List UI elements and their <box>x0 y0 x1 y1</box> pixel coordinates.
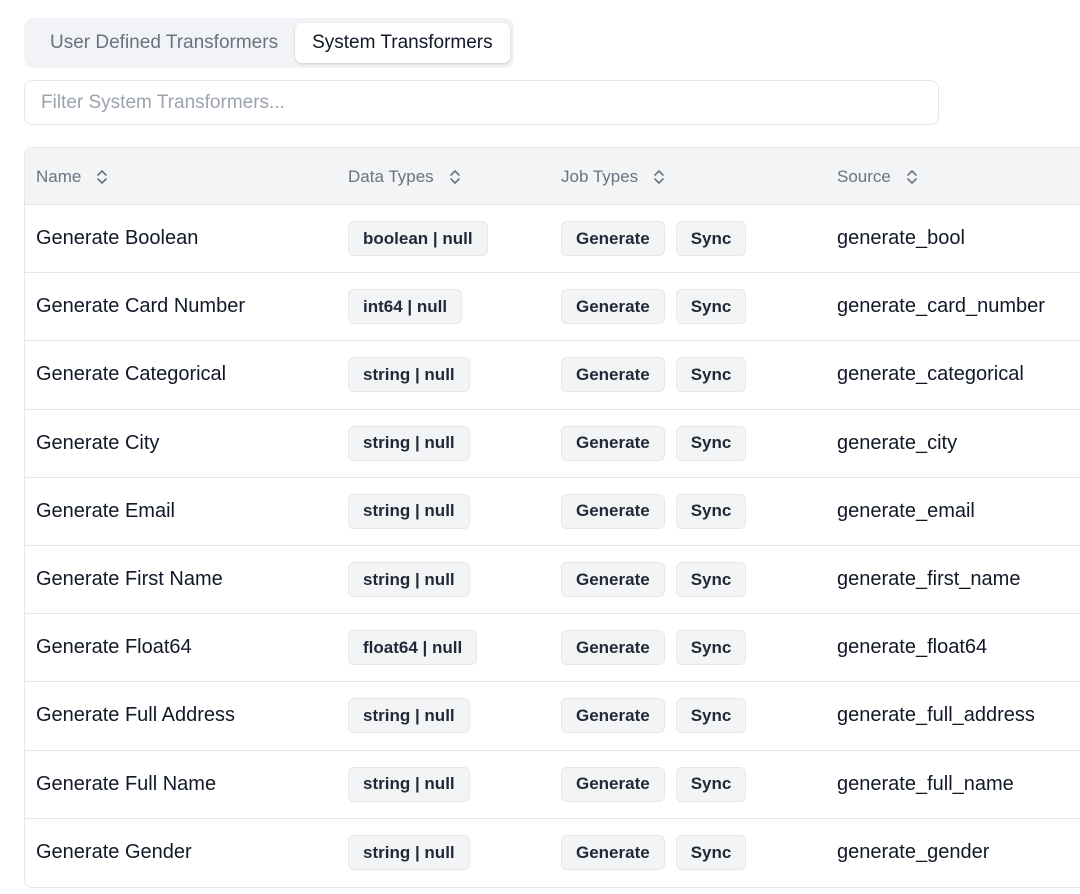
data-type-badge: string | null <box>348 562 470 598</box>
transformer-name[interactable]: Generate First Name <box>36 546 223 613</box>
column-header-label: Data Types <box>348 166 434 186</box>
sort-icon <box>449 169 460 184</box>
table-row[interactable]: Generate Full Address string | null Gene… <box>25 682 1080 751</box>
job-type-badge-sync: Sync <box>675 357 747 393</box>
table-row[interactable]: Generate Full Name string | null Generat… <box>25 751 1080 819</box>
transformer-source: generate_city <box>837 431 958 454</box>
data-type-badge: string | null <box>348 357 470 393</box>
transformer-source: generate_card_number <box>837 295 1045 318</box>
sort-icon <box>654 169 664 184</box>
page: User Defined Transformers System Transfo… <box>0 0 1080 894</box>
transformer-name[interactable]: Generate Categorical <box>36 341 226 408</box>
tab-user-defined-transformers[interactable]: User Defined Transformers <box>28 23 295 63</box>
table-row[interactable]: Generate City string | null Generate Syn… <box>25 410 1080 478</box>
column-header-label: Name <box>36 166 82 186</box>
transformer-source: generate_first_name <box>837 568 1021 591</box>
filter-input[interactable] <box>24 80 939 125</box>
table-header: Name Data Types Job Types Source <box>25 148 1080 205</box>
job-type-badge-generate: Generate <box>561 698 665 734</box>
data-type-badge: int64 | null <box>348 289 463 325</box>
tab-system-transformers[interactable]: System Transformers <box>295 23 510 63</box>
transformer-name[interactable]: Generate Boolean <box>36 205 198 272</box>
column-header-label: Job Types <box>561 166 639 186</box>
transformer-name[interactable]: Generate Full Address <box>36 682 235 749</box>
job-type-badge-sync: Sync <box>675 425 747 461</box>
transformer-source: generate_gender <box>837 841 990 864</box>
transformers-table: Name Data Types Job Types Source Generat… <box>24 147 1080 888</box>
table-row[interactable]: Generate Float64 float64 | null Generate… <box>25 614 1080 683</box>
data-type-badge: string | null <box>348 698 470 734</box>
sort-icon <box>907 169 917 184</box>
transformer-source: generate_full_name <box>837 772 1014 795</box>
table-row[interactable]: Generate Email string | null Generate Sy… <box>25 478 1080 546</box>
job-type-badge-generate: Generate <box>561 493 665 529</box>
job-type-badge-sync: Sync <box>675 766 747 802</box>
job-type-badge-generate: Generate <box>561 289 665 325</box>
transformer-name[interactable]: Generate Card Number <box>36 273 245 340</box>
transformer-name[interactable]: Generate Gender <box>36 819 192 887</box>
job-type-badge-generate: Generate <box>561 425 665 461</box>
transformer-source: generate_bool <box>837 227 965 250</box>
job-type-badge-generate: Generate <box>561 357 665 393</box>
transformer-source: generate_email <box>837 499 975 522</box>
sort-icon <box>97 169 108 184</box>
transformer-name[interactable]: Generate Float64 <box>36 614 192 681</box>
transformer-name[interactable]: Generate Full Name <box>36 751 216 818</box>
job-type-badge-generate: Generate <box>561 221 665 257</box>
column-header-label: Source <box>837 166 891 186</box>
transformer-source: generate_categorical <box>837 363 1024 386</box>
column-header-source[interactable]: Source <box>837 148 918 205</box>
job-type-badge-sync: Sync <box>675 835 747 871</box>
job-type-badge-generate: Generate <box>561 562 665 598</box>
data-type-badge: string | null <box>348 493 470 529</box>
data-type-badge: boolean | null <box>348 221 488 257</box>
job-type-badge-sync: Sync <box>675 630 747 666</box>
table-row[interactable]: Generate Boolean boolean | null Generate… <box>25 205 1080 274</box>
job-type-badge-sync: Sync <box>675 698 747 734</box>
column-header-data-types[interactable]: Data Types <box>348 148 461 205</box>
table-row[interactable]: Generate Card Number int64 | null Genera… <box>25 273 1080 342</box>
table-body: Generate Boolean boolean | null Generate… <box>25 205 1080 887</box>
job-type-badge-sync: Sync <box>675 493 747 529</box>
job-type-badge-generate: Generate <box>561 835 665 871</box>
transformer-source: generate_float64 <box>837 636 988 659</box>
column-header-name[interactable]: Name <box>36 148 108 205</box>
transformer-name[interactable]: Generate Email <box>36 478 175 545</box>
transformer-name[interactable]: Generate City <box>36 410 159 477</box>
data-type-badge: string | null <box>348 835 470 871</box>
job-type-badge-sync: Sync <box>675 221 747 257</box>
table-row[interactable]: Generate Gender string | null Generate S… <box>25 819 1080 887</box>
table-row[interactable]: Generate First Name string | null Genera… <box>25 546 1080 615</box>
job-type-badge-generate: Generate <box>561 766 665 802</box>
table-row[interactable]: Generate Categorical string | null Gener… <box>25 341 1080 410</box>
transformer-source: generate_full_address <box>837 704 1035 727</box>
data-type-badge: string | null <box>348 766 470 802</box>
job-type-badge-sync: Sync <box>675 289 747 325</box>
data-type-badge: string | null <box>348 425 470 461</box>
tab-list: User Defined Transformers System Transfo… <box>24 18 514 68</box>
job-type-badge-sync: Sync <box>675 562 747 598</box>
job-type-badge-generate: Generate <box>561 630 665 666</box>
data-type-badge: float64 | null <box>348 630 478 666</box>
column-header-job-types[interactable]: Job Types <box>561 148 665 205</box>
